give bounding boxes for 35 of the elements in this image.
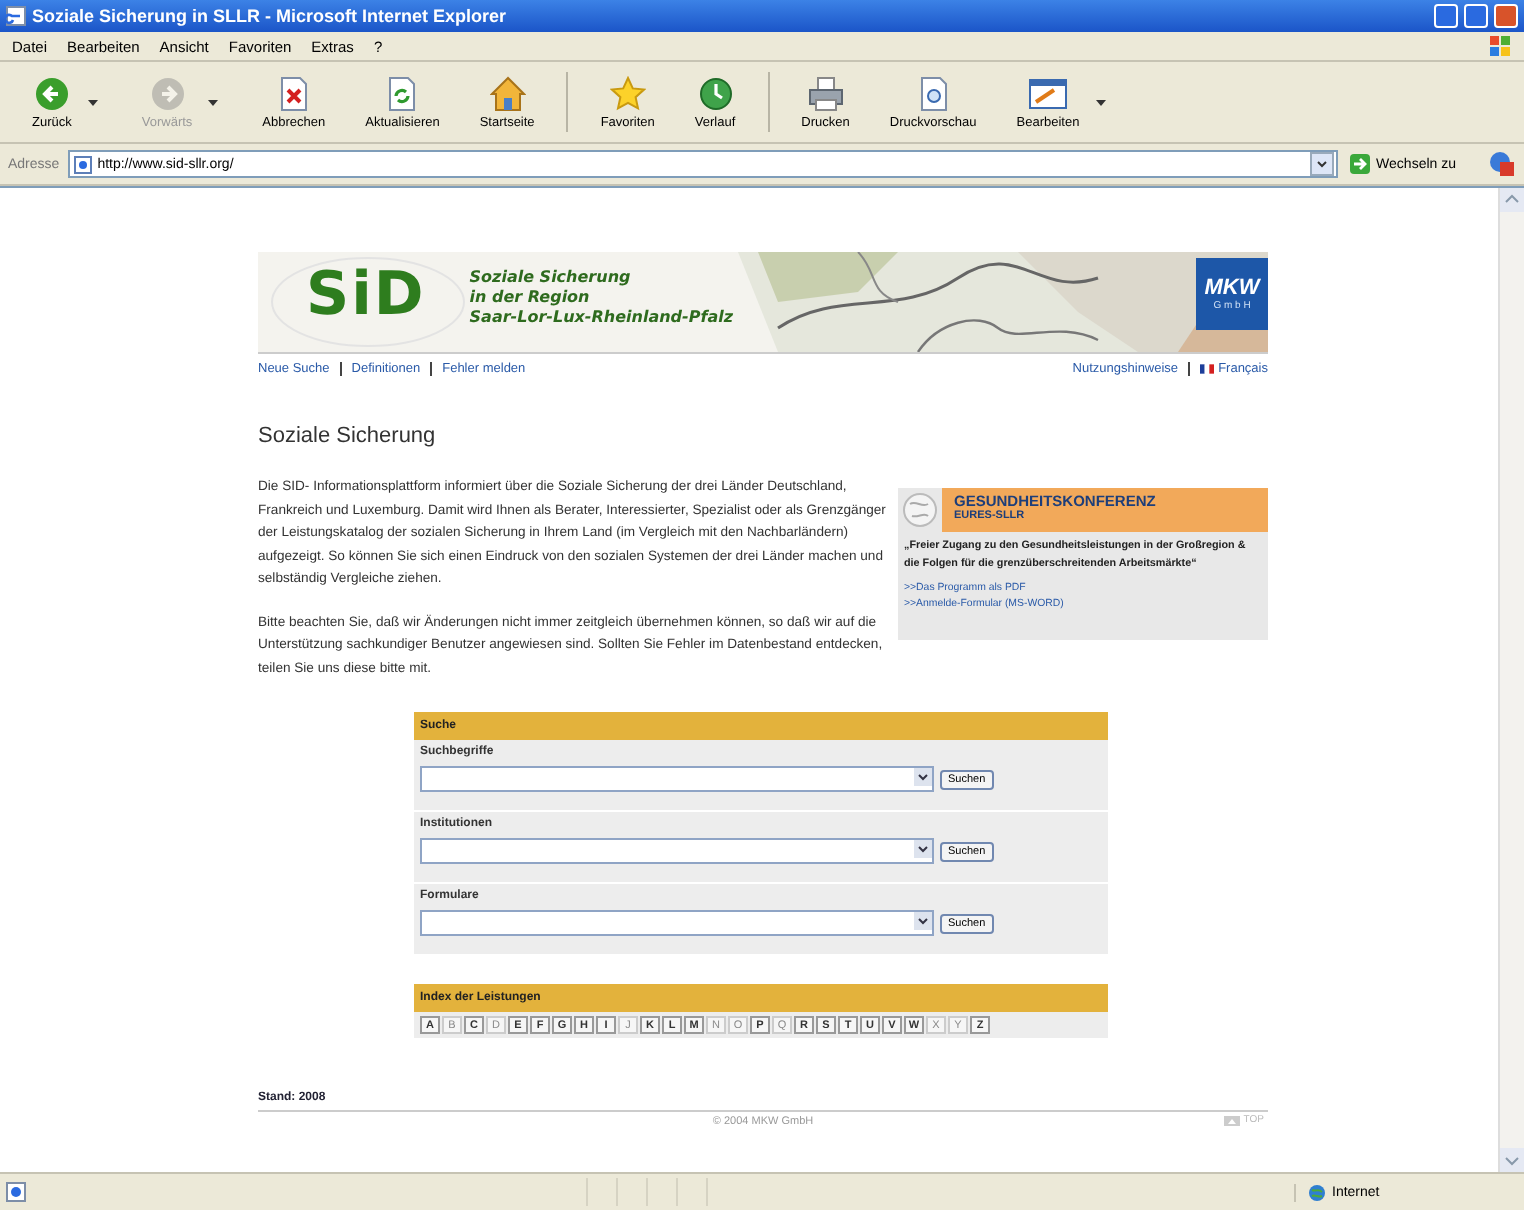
dropdown-field[interactable] [420,910,934,936]
browser-icon [6,6,26,26]
scroll-down-icon[interactable] [1500,1148,1524,1172]
page-magnifier-icon [917,75,950,111]
dropdown-field[interactable] [420,838,934,864]
star-icon [609,75,646,111]
close-button[interactable] [1494,4,1518,28]
globe-icon [1308,1183,1326,1201]
page-heading: Soziale Sicherung [258,424,438,448]
refresh-page-icon [386,75,419,111]
windows-flag-icon [1488,34,1512,58]
dropdown-caret-icon [87,99,98,105]
dropdown-arrow-icon[interactable] [914,840,932,858]
banner-title: Saar-Lor-Lux-Rheinland-Pfalz [469,308,733,328]
dropdown-arrow-icon[interactable] [914,912,932,930]
printer-icon [807,75,844,111]
dropdown-caret-icon [1095,99,1106,105]
maximize-button[interactable] [1464,4,1488,28]
dropdown-arrow-icon[interactable] [914,768,932,786]
banner-title: in der Region [469,288,592,308]
edit-window-icon [1027,75,1068,111]
dropdown-field[interactable] [420,766,934,792]
go-arrow-icon [1350,154,1371,174]
window-title: Soziale Sicherung in SLLR - Microsoft Internet Explorer [32,6,509,26]
scrollbar[interactable] [1498,188,1524,1172]
minimize-button[interactable] [1434,4,1458,28]
french-flag-icon [1200,364,1215,374]
page-icon [73,155,92,173]
page-icon [6,1182,26,1202]
stop-page-icon [277,75,310,111]
logo: SiD [306,260,426,334]
banner-title: Soziale Sicherung [469,268,633,288]
house-icon [489,75,526,111]
dropdown-caret-icon [208,99,219,105]
scroll-up-icon[interactable] [1500,188,1524,212]
